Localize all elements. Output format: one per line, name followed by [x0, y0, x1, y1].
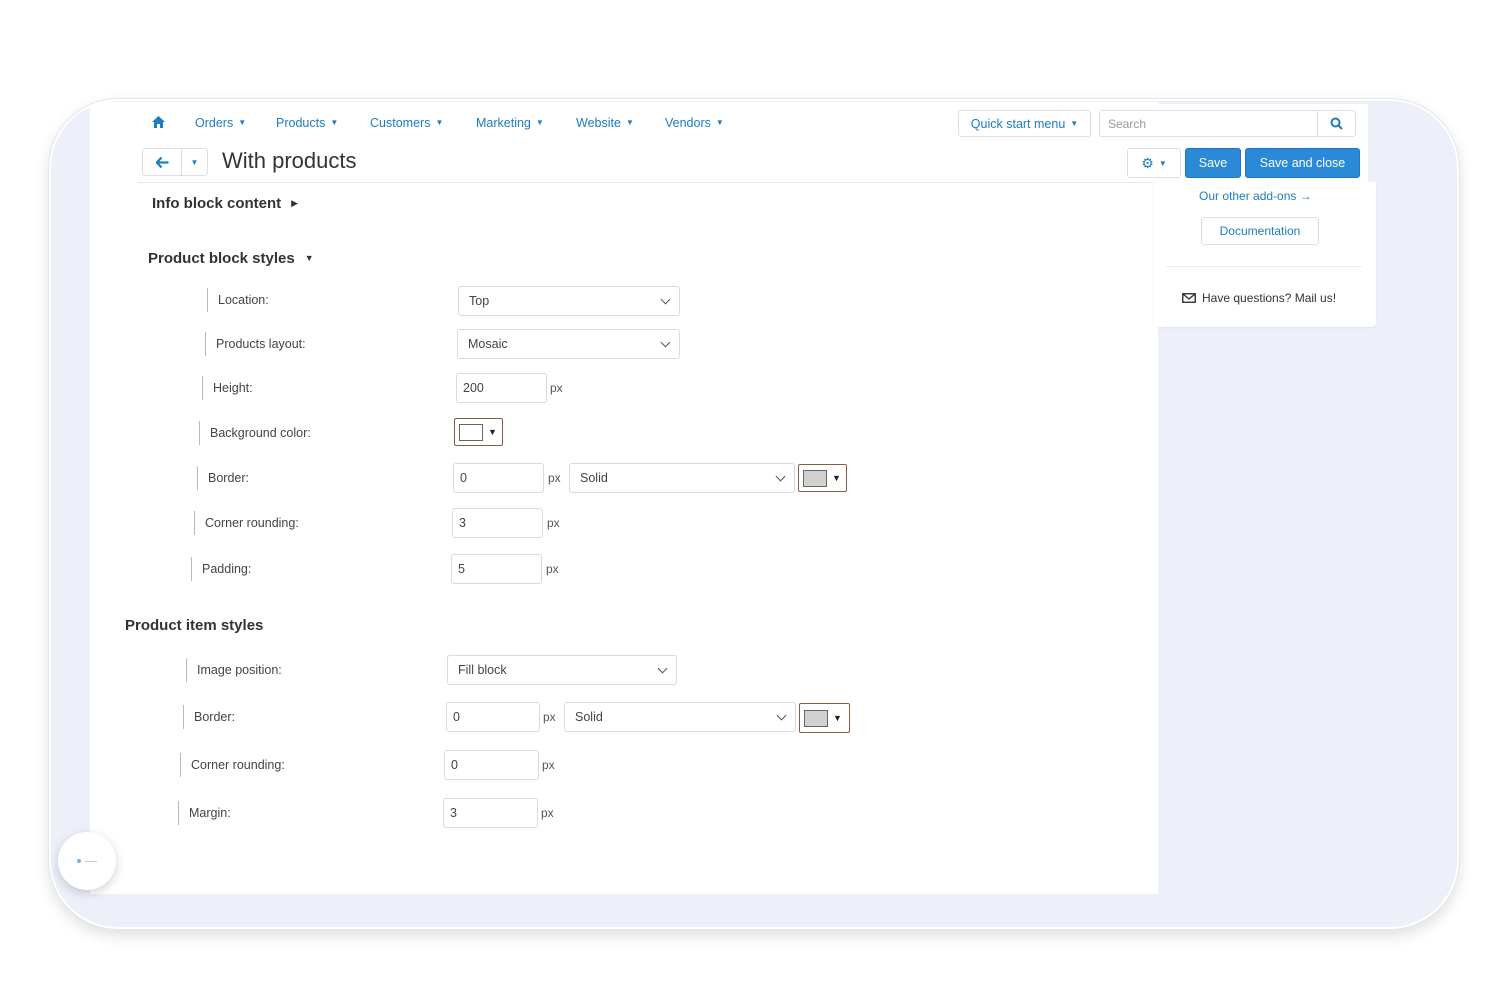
- back-button-group[interactable]: ▼: [142, 148, 208, 176]
- corner-rounding-label: Corner rounding:: [194, 511, 299, 535]
- products-layout-select[interactable]: Mosaic: [457, 329, 680, 359]
- caret-down-icon: ▼: [833, 713, 842, 723]
- floating-action-button[interactable]: [58, 832, 116, 890]
- envelope-icon: [1182, 293, 1196, 303]
- nav-vendors[interactable]: Vendors ▼: [665, 116, 724, 130]
- location-value: Top: [469, 294, 490, 308]
- corner-rounding-input[interactable]: 3: [452, 508, 543, 538]
- gear-icon: ⚙: [1141, 154, 1154, 171]
- save-button[interactable]: Save: [1185, 148, 1241, 178]
- layout-value: Mosaic: [468, 337, 508, 351]
- caret-down-icon: ▼: [304, 253, 314, 263]
- caret-down-icon: ▼: [1070, 119, 1079, 128]
- other-addons-link[interactable]: Our other add-ons →: [1199, 189, 1312, 203]
- products-layout-label: Products layout:: [205, 332, 306, 356]
- caret-down-icon[interactable]: ▼: [182, 149, 207, 175]
- location-select[interactable]: Top: [458, 286, 680, 316]
- mail-us-link[interactable]: Have questions? Mail us!: [1182, 291, 1336, 305]
- chevron-down-icon: [657, 663, 668, 673]
- margin-label: Margin:: [178, 801, 231, 825]
- location-label: Location:: [207, 288, 269, 312]
- product-item-styles-title: Product item styles: [125, 617, 264, 634]
- nav-products[interactable]: Products ▼: [276, 116, 338, 130]
- home-icon[interactable]: [152, 116, 165, 131]
- border-width-input[interactable]: 0: [453, 463, 544, 493]
- divider: [1166, 266, 1362, 267]
- page-title: With products: [222, 148, 357, 173]
- item-border-style-select[interactable]: Solid: [564, 702, 796, 732]
- item-border-label: Border:: [183, 705, 235, 729]
- height-input[interactable]: 200: [456, 373, 547, 403]
- caret-right-icon: ▶: [291, 198, 299, 208]
- caret-down-icon: ▼: [625, 118, 634, 127]
- item-corner-rounding-input[interactable]: 0: [444, 750, 539, 780]
- status-dot: [77, 859, 81, 863]
- image-position-value: Fill block: [458, 663, 507, 677]
- sidebar-panel: [1153, 182, 1376, 327]
- save-and-close-button[interactable]: Save and close: [1245, 148, 1360, 178]
- background-color-label: Background color:: [199, 421, 311, 445]
- caret-down-icon: ▼: [238, 118, 247, 127]
- caret-down-icon: ▼: [435, 118, 444, 127]
- border-label: Border:: [197, 466, 249, 490]
- caret-down-icon: ▼: [1158, 158, 1167, 168]
- product-block-styles-toggle[interactable]: Product block styles ▼: [148, 250, 314, 267]
- margin-unit: px: [541, 806, 554, 820]
- image-position-label: Image position:: [186, 658, 282, 682]
- caret-down-icon: ▼: [832, 473, 841, 483]
- chevron-down-icon: [660, 337, 671, 347]
- quick-start-menu-button[interactable]: Quick start menu ▼: [958, 110, 1091, 137]
- documentation-button[interactable]: Documentation: [1201, 217, 1319, 245]
- nav-marketing[interactable]: Marketing ▼: [476, 116, 544, 130]
- search-icon: [1330, 117, 1343, 130]
- padding-unit: px: [546, 562, 559, 576]
- height-unit: px: [550, 381, 563, 395]
- chevron-down-icon: [776, 710, 787, 720]
- color-swatch: [803, 469, 827, 487]
- search-input[interactable]: Search: [1099, 110, 1317, 137]
- caret-down-icon: ▼: [715, 118, 724, 127]
- item-border-unit: px: [543, 710, 556, 724]
- item-border-color-picker[interactable]: ▼: [799, 703, 850, 733]
- nav-customers[interactable]: Customers ▼: [370, 116, 443, 130]
- padding-label: Padding:: [191, 557, 251, 581]
- fab-line: [85, 860, 97, 862]
- nav-orders[interactable]: Orders ▼: [195, 116, 246, 130]
- arrow-left-icon[interactable]: [143, 149, 182, 175]
- color-swatch: [459, 423, 483, 441]
- color-swatch: [804, 709, 828, 727]
- border-unit: px: [548, 471, 561, 485]
- item-corner-rounding-label: Corner rounding:: [180, 753, 285, 777]
- item-border-width-input[interactable]: 0: [446, 702, 540, 732]
- search-button[interactable]: [1317, 110, 1356, 137]
- settings-dropdown-button[interactable]: ⚙ ▼: [1127, 148, 1181, 178]
- border-color-picker[interactable]: ▼: [798, 464, 847, 492]
- margin-input[interactable]: 3: [443, 798, 538, 828]
- chevron-down-icon: [775, 471, 786, 481]
- chevron-down-icon: [660, 294, 671, 304]
- corner-rounding-unit: px: [547, 516, 560, 530]
- image-position-select[interactable]: Fill block: [447, 655, 677, 685]
- border-style-value: Solid: [580, 471, 608, 485]
- item-corner-rounding-unit: px: [542, 758, 555, 772]
- border-style-select[interactable]: Solid: [569, 463, 795, 493]
- caret-down-icon: ▼: [330, 118, 339, 127]
- caret-down-icon: ▼: [488, 427, 497, 437]
- info-block-content-toggle[interactable]: Info block content ▶: [152, 195, 298, 212]
- nav-website[interactable]: Website ▼: [576, 116, 634, 130]
- caret-down-icon: ▼: [535, 118, 544, 127]
- item-border-style-value: Solid: [575, 710, 603, 724]
- padding-input[interactable]: 5: [451, 554, 542, 584]
- height-label: Height:: [202, 376, 253, 400]
- background-color-picker[interactable]: ▼: [454, 418, 503, 446]
